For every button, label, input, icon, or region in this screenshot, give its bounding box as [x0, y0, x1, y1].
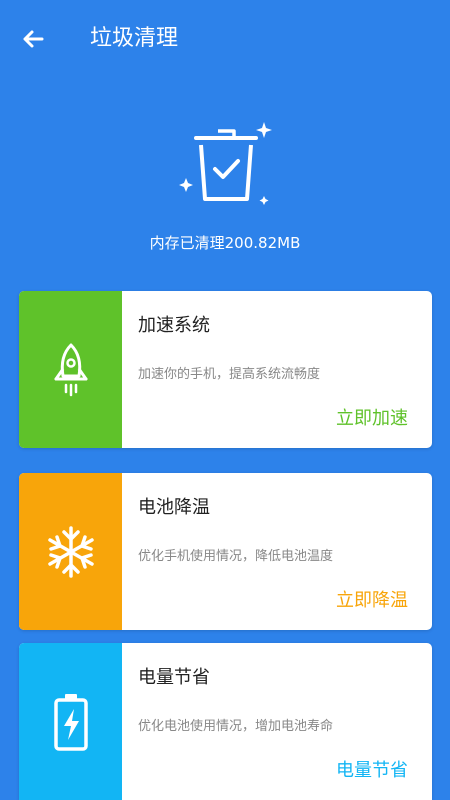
back-arrow-icon[interactable] — [18, 24, 48, 54]
rocket-icon — [54, 343, 87, 396]
card-icon-panel — [19, 473, 122, 630]
power-saving-button[interactable]: 电量节省 — [336, 756, 408, 782]
card-title: 电量节省 — [138, 667, 210, 688]
card-description: 优化手机使用情况，降低电池温度 — [138, 549, 334, 564]
card-icon-panel — [19, 643, 122, 800]
trash-check-icon — [179, 122, 272, 205]
snowflake-icon — [47, 525, 94, 578]
speed-up-button[interactable]: 立即加速 — [336, 404, 408, 430]
card-description: 加速你的手机，提高系统流畅度 — [138, 367, 321, 382]
card-title: 加速系统 — [138, 315, 210, 336]
card-icon-panel — [19, 291, 122, 448]
page-title: 垃圾清理 — [90, 26, 179, 51]
card-battery-cool[interactable]: 电池降温 优化手机使用情况，降低电池温度 立即降温 — [19, 473, 432, 630]
clean-result-section: 内存已清理200.82MB — [0, 110, 450, 270]
cleaned-status-text: 内存已清理200.82MB — [149, 234, 301, 252]
card-title: 电池降温 — [138, 497, 210, 518]
battery-icon — [53, 693, 88, 751]
cool-down-button[interactable]: 立即降温 — [336, 586, 408, 612]
card-description: 优化电池使用情况，增加电池寿命 — [138, 719, 334, 734]
card-speed-up[interactable]: 加速系统 加速你的手机，提高系统流畅度 立即加速 — [19, 291, 432, 448]
app-header: 垃圾清理 — [0, 0, 450, 80]
card-power-saving[interactable]: 电量节省 优化电池使用情况，增加电池寿命 电量节省 — [19, 643, 432, 800]
